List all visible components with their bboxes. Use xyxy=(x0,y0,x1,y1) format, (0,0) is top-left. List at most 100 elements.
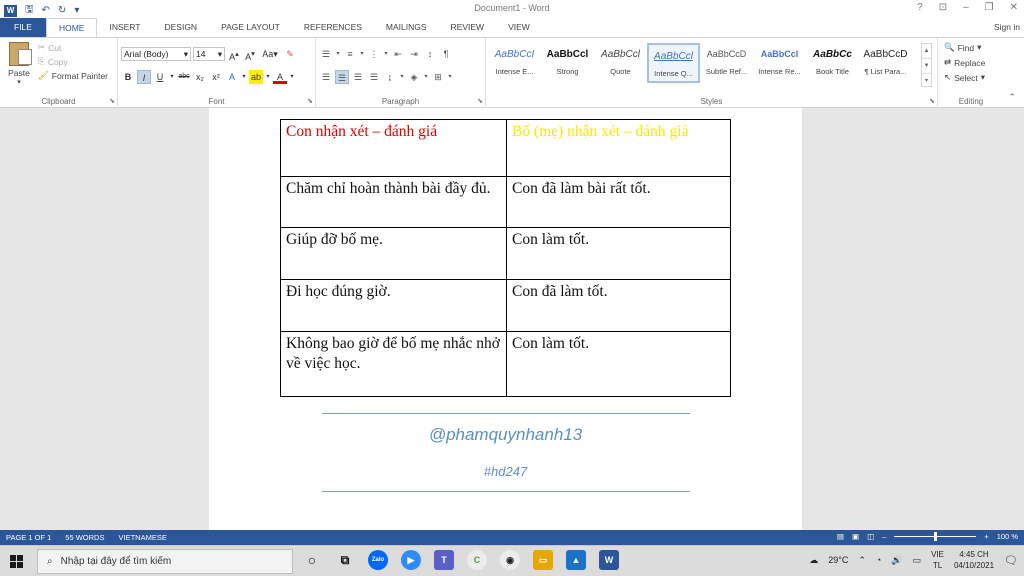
clear-formatting-icon[interactable]: ✎ xyxy=(283,47,297,61)
multilevel-dropdown-icon[interactable]: ▾ xyxy=(383,47,389,61)
styles-more-icon[interactable]: ▾ xyxy=(922,74,931,88)
style-strong[interactable]: AaBbCcl Strong xyxy=(541,43,594,83)
text-effects-icon[interactable]: A xyxy=(225,70,239,84)
font-size-select[interactable]: 14 ▾ xyxy=(193,47,225,61)
language-indicator[interactable]: VIETNAMESE xyxy=(118,533,166,542)
italic-button[interactable]: I xyxy=(137,70,151,84)
input-language[interactable]: VIE TL xyxy=(931,549,944,571)
style-intense-reference[interactable]: AaBbCcI Intense Re... xyxy=(753,43,806,83)
notification-icon[interactable]: 🗨 xyxy=(1004,554,1018,567)
table-cell[interactable]: Đi học đúng giờ. xyxy=(280,279,507,332)
line-spacing-dropdown-icon[interactable]: ▾ xyxy=(399,70,405,84)
table-cell[interactable]: Không bao giờ để bố mẹ nhắc nhở về việc … xyxy=(280,331,507,397)
evaluation-table[interactable]: Con nhận xét – đánh giá Bố (mẹ) nhận xét… xyxy=(280,119,731,397)
decrease-indent-icon[interactable]: ⇤ xyxy=(391,47,405,61)
web-layout-icon[interactable]: ◫ xyxy=(867,532,874,541)
replace-button[interactable]: ⇄ Replace xyxy=(944,57,985,68)
paste-dropdown-icon[interactable]: ▾ xyxy=(6,78,32,86)
shrink-font-button[interactable]: A▾ xyxy=(243,47,257,62)
styles-launcher-icon[interactable]: ⬊ xyxy=(929,97,935,105)
help-icon[interactable]: ? xyxy=(917,2,923,13)
numbering-icon[interactable]: ≡ xyxy=(343,47,357,61)
align-left-icon[interactable]: ☰ xyxy=(319,70,333,84)
borders-dropdown-icon[interactable]: ▾ xyxy=(447,70,453,84)
photos-icon[interactable]: ▲ xyxy=(566,550,586,570)
font-family-select[interactable]: Arial (Body) ▾ xyxy=(121,47,191,61)
table-cell[interactable]: Con nhận xét – đánh giá xyxy=(280,119,507,177)
bullets-dropdown-icon[interactable]: ▾ xyxy=(335,47,341,61)
bold-button[interactable]: B xyxy=(121,70,135,84)
copy-button[interactable]: ⎘ Copy xyxy=(38,56,108,67)
read-mode-icon[interactable]: ▤ xyxy=(837,532,844,541)
style-list-paragraph[interactable]: AaBbCcD ¶ List Para... xyxy=(859,43,912,83)
style-intense-quote[interactable]: AaBbCcl Intense Q... xyxy=(647,43,700,83)
strikethrough-button[interactable]: abc xyxy=(177,70,191,84)
collapse-ribbon-icon[interactable]: ⌃ xyxy=(1008,92,1016,103)
change-case-button[interactable]: Aa▾ xyxy=(259,47,281,61)
highlight-icon[interactable]: ab xyxy=(249,70,263,84)
tab-references[interactable]: REFERENCES xyxy=(292,18,374,37)
highlight-dropdown-icon[interactable]: ▾ xyxy=(265,70,271,84)
select-button[interactable]: ↖ Select ▾ xyxy=(944,72,985,83)
multilevel-list-icon[interactable]: ⋮ xyxy=(367,47,381,61)
zalo-icon[interactable]: Zalo xyxy=(368,550,388,570)
pilcrow-icon[interactable]: ¶ xyxy=(439,47,453,61)
font-color-icon[interactable]: A xyxy=(273,70,287,84)
tab-file[interactable]: FILE xyxy=(0,18,46,37)
text-effects-dropdown-icon[interactable]: ▾ xyxy=(241,70,247,84)
tab-home[interactable]: HOME xyxy=(45,18,98,37)
restore-icon[interactable]: ❐ xyxy=(985,2,994,13)
minimize-icon[interactable]: – xyxy=(963,2,969,13)
tab-design[interactable]: DESIGN xyxy=(152,18,209,37)
sign-in-link[interactable]: Sign in xyxy=(994,22,1020,32)
font-color-dropdown-icon[interactable]: ▾ xyxy=(289,70,295,84)
temperature[interactable]: 29°C xyxy=(828,555,848,565)
style-quote[interactable]: AaBbCcl Quote xyxy=(594,43,647,83)
grow-font-button[interactable]: A▴ xyxy=(227,47,241,62)
word-taskbar-icon[interactable]: W xyxy=(599,550,619,570)
table-cell[interactable]: Giúp đỡ bố mẹ. xyxy=(280,227,507,280)
tab-view[interactable]: VIEW xyxy=(496,18,542,37)
styles-down-icon[interactable]: ▼ xyxy=(922,59,931,74)
style-subtle-reference[interactable]: AaBbCcD Subtle Ref... xyxy=(700,43,753,83)
increase-indent-icon[interactable]: ⇥ xyxy=(407,47,421,61)
zoom-slider[interactable] xyxy=(894,532,977,541)
task-view-icon[interactable]: ⧉ xyxy=(335,550,355,570)
word-count[interactable]: 55 WORDS xyxy=(65,533,104,542)
font-launcher-icon[interactable]: ⬊ xyxy=(307,97,313,105)
network-icon[interactable]: ◔ xyxy=(876,555,881,565)
windows-start-icon[interactable] xyxy=(10,555,23,568)
format-painter-button[interactable]: 🖌 Format Painter xyxy=(38,70,108,81)
zoom-icon[interactable]: ▶ xyxy=(401,550,421,570)
coccoc-icon[interactable]: C xyxy=(467,550,487,570)
page-count[interactable]: PAGE 1 OF 1 xyxy=(6,533,51,542)
vertical-scrollbar[interactable] xyxy=(1014,108,1024,530)
find-button[interactable]: 🔍 Find ▾ xyxy=(944,42,985,53)
file-explorer-icon[interactable]: ▭ xyxy=(533,550,553,570)
speaker-icon[interactable]: 🔊 xyxy=(891,555,902,566)
paste-button[interactable]: Paste ▾ xyxy=(6,42,32,86)
cut-button[interactable]: ✂ Cut xyxy=(38,42,108,53)
sort-icon[interactable]: ↕ xyxy=(423,47,437,61)
tab-review[interactable]: REVIEW xyxy=(439,18,497,37)
tab-mailings[interactable]: MAILINGS xyxy=(374,18,439,37)
underline-button[interactable]: U xyxy=(153,70,167,84)
style-intense-emphasis[interactable]: AaBbCcI Intense E... xyxy=(488,43,541,83)
clock[interactable]: 4:45 CH 04/10/2021 xyxy=(954,549,994,571)
clipboard-launcher-icon[interactable]: ⬊ xyxy=(109,97,115,105)
align-right-icon[interactable]: ☰ xyxy=(351,70,365,84)
align-center-icon[interactable]: ☰ xyxy=(335,70,349,84)
battery-icon[interactable]: ▭ xyxy=(913,555,922,566)
teams-icon[interactable]: T xyxy=(434,550,454,570)
borders-icon[interactable]: ⊞ xyxy=(431,70,445,84)
zoom-level[interactable]: 100 % xyxy=(997,532,1018,541)
underline-dropdown-icon[interactable]: ▾ xyxy=(169,70,175,84)
line-spacing-icon[interactable]: ↨ xyxy=(383,70,397,84)
print-layout-icon[interactable]: ▣ xyxy=(852,532,859,541)
zoom-out-icon[interactable]: – xyxy=(882,532,886,541)
subscript-button[interactable]: x₂ xyxy=(193,70,207,84)
weather-icon[interactable]: ☁ xyxy=(809,555,818,566)
superscript-button[interactable]: x² xyxy=(209,70,223,84)
table-cell[interactable]: Con đã làm tốt. xyxy=(506,279,731,332)
cortana-icon[interactable]: ○ xyxy=(302,550,322,570)
